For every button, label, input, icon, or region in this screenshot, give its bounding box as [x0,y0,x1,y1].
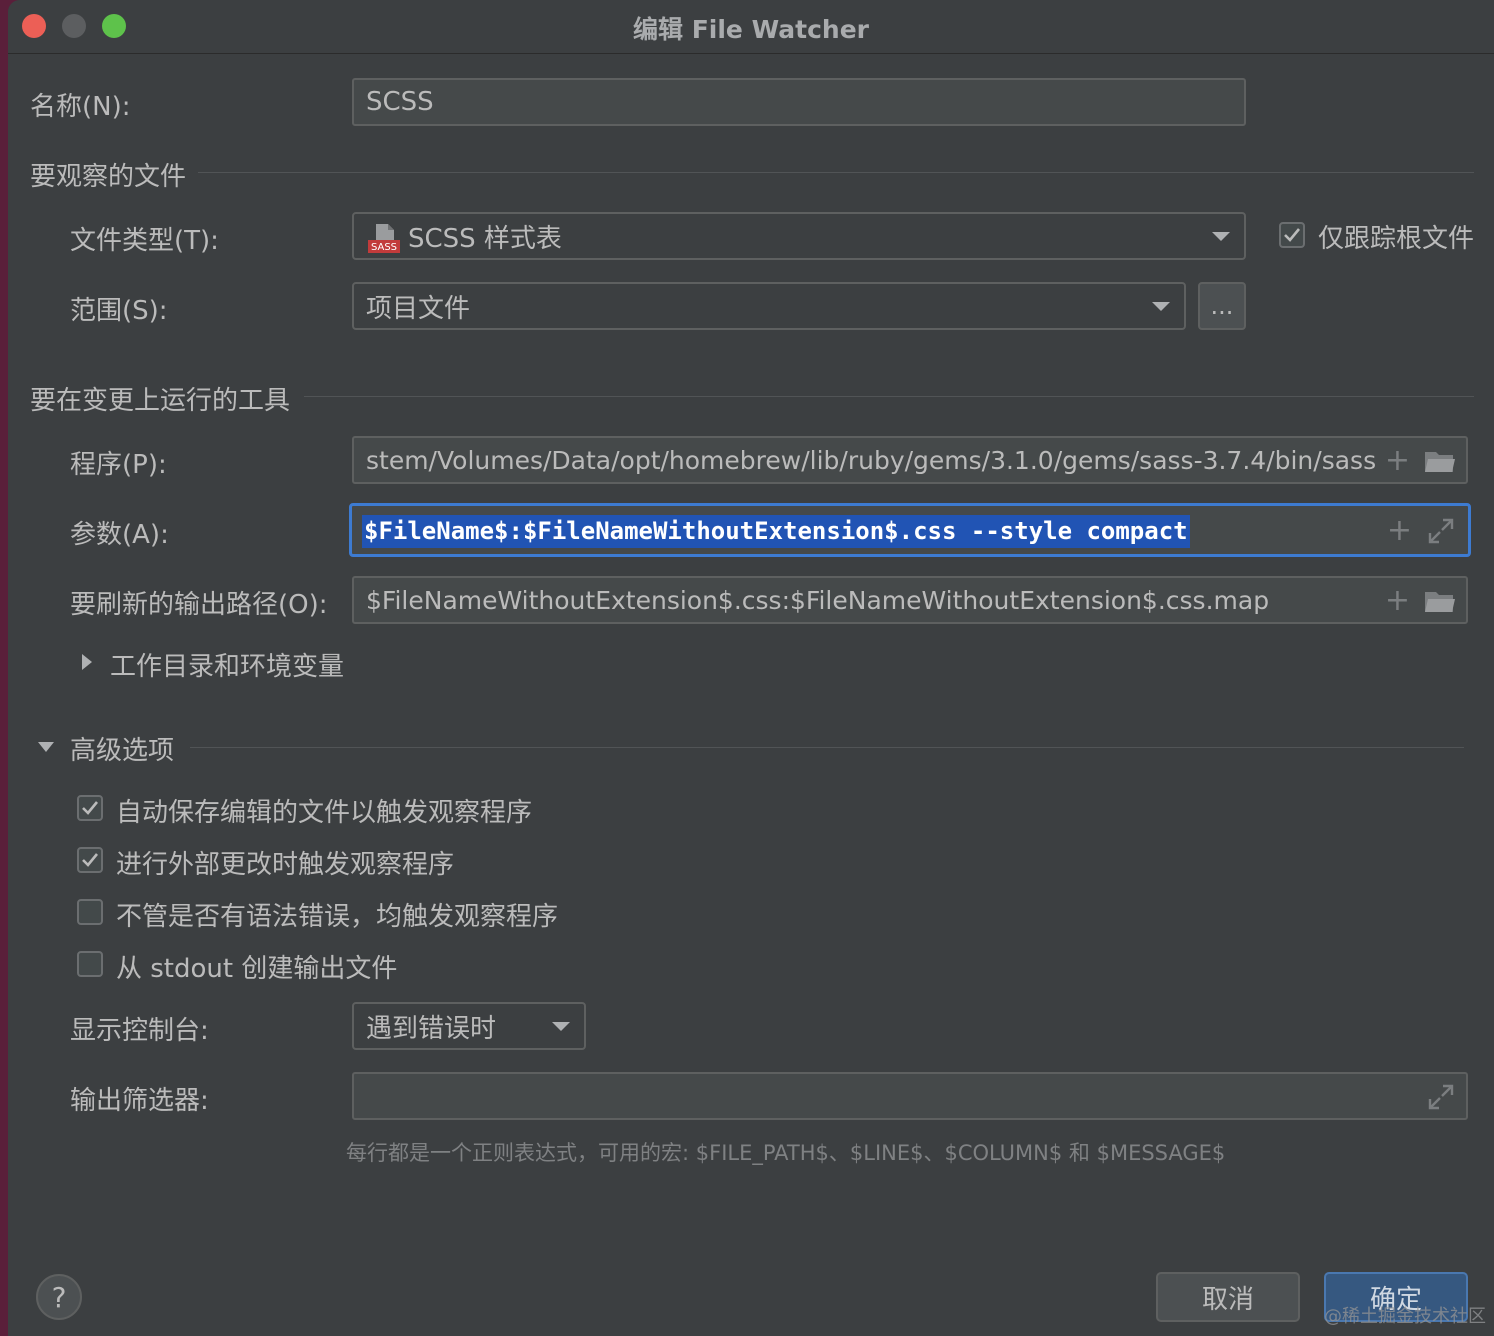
folder-icon[interactable] [1424,448,1456,474]
cancel-button[interactable]: 取消 [1156,1272,1300,1322]
tool-section-separator [304,396,1474,397]
root-only-checkbox[interactable] [1279,222,1305,248]
expand-arrow-icon[interactable] [82,654,92,670]
output-filter-label: 输出筛选器: [70,1086,209,1116]
add-macro-icon[interactable]: + [1385,446,1410,476]
program-input[interactable]: stem/Volumes/Data/opt/homebrew/lib/ruby/… [352,436,1468,484]
check-icon [82,801,99,815]
name-label: 名称(N): [30,92,131,122]
ignore-syntax-errors-label: 不管是否有语法错误，均触发观察程序 [116,902,559,932]
workdir-expander[interactable]: 工作目录和环境变量 [110,646,344,683]
window-title: 编辑 File Watcher [633,15,869,44]
autosave-label: 自动保存编辑的文件以触发观察程序 [116,798,533,828]
check-icon [82,853,99,867]
output-paths-label: 要刷新的输出路径(O): [70,590,328,620]
output-filter-input[interactable] [352,1072,1468,1120]
chevron-down-icon [1212,232,1230,241]
watch-files-separator [198,172,1474,173]
stdout-output-label: 从 stdout 创建输出文件 [116,954,398,984]
title-bar: 编辑 File Watcher [8,0,1494,54]
expand-icon[interactable] [1428,1084,1454,1110]
chevron-down-icon [1152,302,1170,311]
stdout-output-checkbox[interactable] [77,951,103,977]
name-value: SCSS [366,87,434,117]
ignore-syntax-errors-checkbox[interactable] [77,899,103,925]
advanced-section-title[interactable]: 高级选项 [70,730,174,767]
file-type-value: SCSS 样式表 [408,223,562,254]
watermark: @稀土掘金技术社区 [1324,1306,1486,1327]
collapse-arrow-icon[interactable] [38,742,54,752]
arguments-value: $FileName$:$FileNameWithoutExtension$.cs… [362,515,1190,548]
sass-file-icon: SASS [368,222,400,254]
program-label: 程序(P): [70,450,167,480]
check-icon [1284,228,1301,242]
arguments-label: 参数(A): [70,520,169,550]
scope-combo[interactable]: 项目文件 [352,282,1186,330]
autosave-checkbox[interactable] [77,795,103,821]
root-only-label: 仅跟踪根文件 [1318,224,1475,254]
output-paths-value: $FileNameWithoutExtension$.css:$FileName… [366,585,1270,615]
file-type-combo[interactable]: SASS SCSS 样式表 [352,212,1246,260]
scope-label: 范围(S): [70,296,168,326]
program-value: stem/Volumes/Data/opt/homebrew/lib/ruby/… [366,445,1377,475]
help-button[interactable]: ? [36,1274,82,1320]
arguments-input[interactable]: $FileName$:$FileNameWithoutExtension$.cs… [349,503,1471,557]
add-macro-icon[interactable]: + [1387,516,1412,546]
external-change-label: 进行外部更改时触发观察程序 [116,850,455,880]
watch-files-section-title: 要观察的文件 [30,162,187,192]
console-combo[interactable]: 遇到错误时 [352,1002,586,1050]
chevron-down-icon [552,1022,570,1031]
folder-icon[interactable] [1424,588,1456,614]
console-label: 显示控制台: [70,1016,209,1046]
scope-value: 项目文件 [366,293,471,324]
tool-section-title: 要在变更上运行的工具 [30,386,291,416]
add-macro-icon[interactable]: + [1385,586,1410,616]
file-type-label: 文件类型(T): [70,226,219,256]
expand-icon[interactable] [1428,518,1454,544]
file-watcher-dialog: 编辑 File Watcher 名称(N): SCSS 要观察的文件 文件类型(… [8,0,1494,1336]
scope-more-button[interactable]: ... [1198,282,1246,330]
output-paths-input[interactable]: $FileNameWithoutExtension$.css:$FileName… [352,576,1468,624]
output-filter-hint: 每行都是一个正则表达式，可用的宏: $FILE_PATH$、$LINE$、$CO… [346,1141,1226,1165]
svg-text:SASS: SASS [371,242,397,253]
name-input[interactable]: SCSS [352,78,1246,126]
external-change-checkbox[interactable] [77,847,103,873]
advanced-separator [190,747,1464,748]
console-value: 遇到错误时 [366,1013,497,1044]
